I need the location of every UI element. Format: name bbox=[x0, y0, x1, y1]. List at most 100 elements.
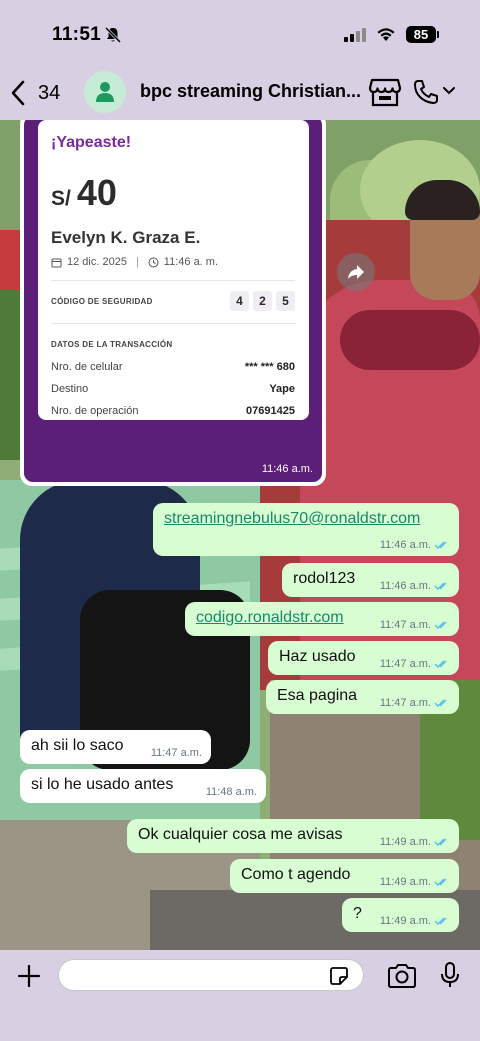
receipt-datetime: 12 dic. 2025 | 11:46 a. m. bbox=[51, 256, 295, 268]
microphone-icon[interactable] bbox=[440, 961, 460, 989]
receipt-time: 11:46 a. m. bbox=[163, 256, 219, 268]
top-bar: 11:51 85 34 bpc streaming Christian... bbox=[0, 0, 480, 120]
message-bubble-outgoing[interactable]: Ok cualquier cosa me avisas 11:49 a.m. bbox=[127, 819, 459, 853]
message-time: 11:48 a.m. bbox=[205, 786, 257, 798]
plus-icon[interactable] bbox=[17, 964, 41, 988]
message-bubble-outgoing[interactable]: Como t agendo 11:49 a.m. bbox=[230, 859, 459, 893]
read-ticks-icon bbox=[434, 621, 447, 629]
message-text: Haz usado bbox=[279, 648, 356, 665]
message-text: Esa pagina bbox=[277, 687, 358, 704]
unread-count[interactable]: 34 bbox=[38, 82, 60, 105]
separator: | bbox=[135, 256, 139, 268]
message-bubble-outgoing[interactable]: codigo.ronaldstr.com 11:47 a.m. bbox=[185, 602, 459, 636]
message-time: 11:47 a.m. bbox=[150, 747, 202, 759]
message-bubble-incoming[interactable]: si lo he usado antes 11:48 a.m. bbox=[20, 769, 266, 803]
message-link[interactable]: codigo.ronaldstr.com bbox=[196, 609, 344, 626]
message-bubble-outgoing[interactable]: streamingnebulus70@ronaldstr.com 11:46 a… bbox=[153, 503, 459, 556]
message-meta: 11:47 a.m. bbox=[380, 619, 450, 631]
transaction-row-value: *** *** 680 bbox=[244, 361, 295, 373]
read-ticks-icon bbox=[434, 917, 447, 925]
security-digit: 5 bbox=[276, 291, 295, 311]
person-icon bbox=[96, 82, 114, 102]
transaction-row: Nro. de operación 07691425 bbox=[51, 405, 295, 417]
calendar-icon bbox=[51, 258, 62, 267]
wifi-icon bbox=[377, 28, 395, 41]
yape-receipt-card: ¡Yapeaste! S/ 40 Evelyn K. Graza E. 12 d… bbox=[38, 120, 309, 420]
message-text: si lo he usado antes bbox=[31, 776, 174, 793]
message-input[interactable] bbox=[58, 959, 364, 991]
transaction-details: Nro. de celular *** *** 680 Destino Yape… bbox=[51, 361, 295, 417]
battery-tip bbox=[437, 31, 439, 38]
sticker-icon[interactable] bbox=[328, 965, 350, 987]
message-meta: 11:47 a.m. bbox=[151, 747, 202, 759]
receipt-amount: 40 bbox=[76, 172, 117, 213]
message-time: 11:47 a.m. bbox=[379, 658, 431, 670]
read-ticks-icon bbox=[434, 878, 447, 886]
message-bubble-outgoing[interactable]: rodol123 11:46 a.m. bbox=[282, 563, 459, 597]
catalog-store-icon[interactable] bbox=[368, 77, 402, 107]
image-message[interactable]: ¡Yapeaste! S/ 40 Evelyn K. Graza E. 12 d… bbox=[20, 112, 326, 486]
forward-button[interactable] bbox=[337, 253, 375, 291]
message-bubble-outgoing[interactable]: ? 11:49 a.m. bbox=[342, 898, 459, 932]
message-meta: 11:49 a.m. bbox=[380, 915, 450, 927]
read-ticks-icon bbox=[434, 582, 447, 590]
message-bubble-incoming[interactable]: ah sii lo saco 11:47 a.m. bbox=[20, 730, 211, 764]
message-text: Como t agendo bbox=[241, 866, 351, 883]
transaction-row-value: 07691425 bbox=[246, 405, 295, 417]
security-code-label: CÓDIGO DE SEGURIDAD bbox=[51, 296, 153, 306]
message-link[interactable]: streamingnebulus70@ronaldstr.com bbox=[164, 510, 420, 527]
message-bubble-outgoing[interactable]: Haz usado 11:47 a.m. bbox=[268, 641, 459, 675]
message-meta: 11:49 a.m. bbox=[380, 836, 450, 848]
receipt-date: 12 dic. 2025 bbox=[67, 256, 127, 268]
transaction-row: Destino Yape bbox=[51, 383, 295, 395]
security-digits: 4 2 5 bbox=[230, 291, 295, 311]
security-digit: 2 bbox=[253, 291, 272, 311]
clock-icon bbox=[148, 257, 159, 267]
transaction-row-label: Destino bbox=[51, 383, 89, 395]
yape-receipt-image: ¡Yapeaste! S/ 40 Evelyn K. Graza E. 12 d… bbox=[24, 116, 322, 482]
message-meta: 11:46 a.m. bbox=[380, 539, 450, 551]
security-digit: 4 bbox=[230, 291, 249, 311]
message-meta: 11:49 a.m. bbox=[380, 876, 450, 888]
message-time: 11:49 a.m. bbox=[379, 836, 431, 848]
security-code-row: CÓDIGO DE SEGURIDAD 4 2 5 bbox=[51, 291, 295, 311]
message-time: 11:47 a.m. bbox=[379, 697, 431, 709]
message-time: 11:46 a.m. bbox=[379, 539, 431, 551]
read-ticks-icon bbox=[434, 699, 447, 707]
message-meta: 11:47 a.m. bbox=[380, 697, 450, 709]
transaction-section-label: DATOS DE LA TRANSACCIÓN bbox=[51, 340, 173, 349]
camera-icon[interactable] bbox=[386, 963, 418, 989]
message-time: 11:47 a.m. bbox=[379, 619, 431, 631]
message-text: rodol123 bbox=[293, 570, 356, 587]
bell-muted-icon bbox=[104, 26, 122, 44]
message-time: 11:46 a.m. bbox=[261, 463, 313, 475]
transaction-row: Nro. de celular *** *** 680 bbox=[51, 361, 295, 373]
transaction-row-value: Yape bbox=[269, 383, 295, 395]
read-ticks-icon bbox=[434, 660, 447, 668]
message-meta: 11:47 a.m. bbox=[380, 658, 450, 670]
message-input-bar bbox=[0, 950, 480, 1041]
message-text: Ok cualquier cosa me avisas bbox=[138, 826, 343, 843]
receipt-currency: S/ bbox=[51, 187, 71, 210]
divider bbox=[51, 280, 295, 281]
chat-title[interactable]: bpc streaming Christian... bbox=[140, 81, 362, 102]
back-chevron-icon[interactable] bbox=[10, 80, 26, 106]
cell-signal-icon bbox=[344, 28, 366, 42]
message-meta: 11:46 a.m. bbox=[380, 580, 450, 592]
message-bubble-outgoing[interactable]: Esa pagina 11:47 a.m. bbox=[266, 680, 459, 714]
message-time: 11:46 a.m. bbox=[379, 580, 431, 592]
receipt-amount-row: S/ 40 bbox=[51, 172, 295, 214]
divider bbox=[51, 323, 295, 324]
status-time: 11:51 bbox=[52, 24, 102, 45]
message-time: 11:49 a.m. bbox=[379, 915, 431, 927]
chevron-down-icon[interactable] bbox=[442, 86, 456, 96]
message-text: ? bbox=[353, 905, 362, 922]
forward-arrow-icon bbox=[348, 265, 364, 279]
message-text: ah sii lo saco bbox=[31, 737, 124, 754]
contact-avatar[interactable] bbox=[84, 71, 126, 113]
phone-call-icon[interactable] bbox=[412, 78, 440, 106]
read-ticks-icon bbox=[434, 541, 447, 549]
read-ticks-icon bbox=[434, 838, 447, 846]
receipt-payee: Evelyn K. Graza E. bbox=[51, 228, 201, 247]
transaction-row-label: Nro. de operación bbox=[51, 405, 139, 417]
